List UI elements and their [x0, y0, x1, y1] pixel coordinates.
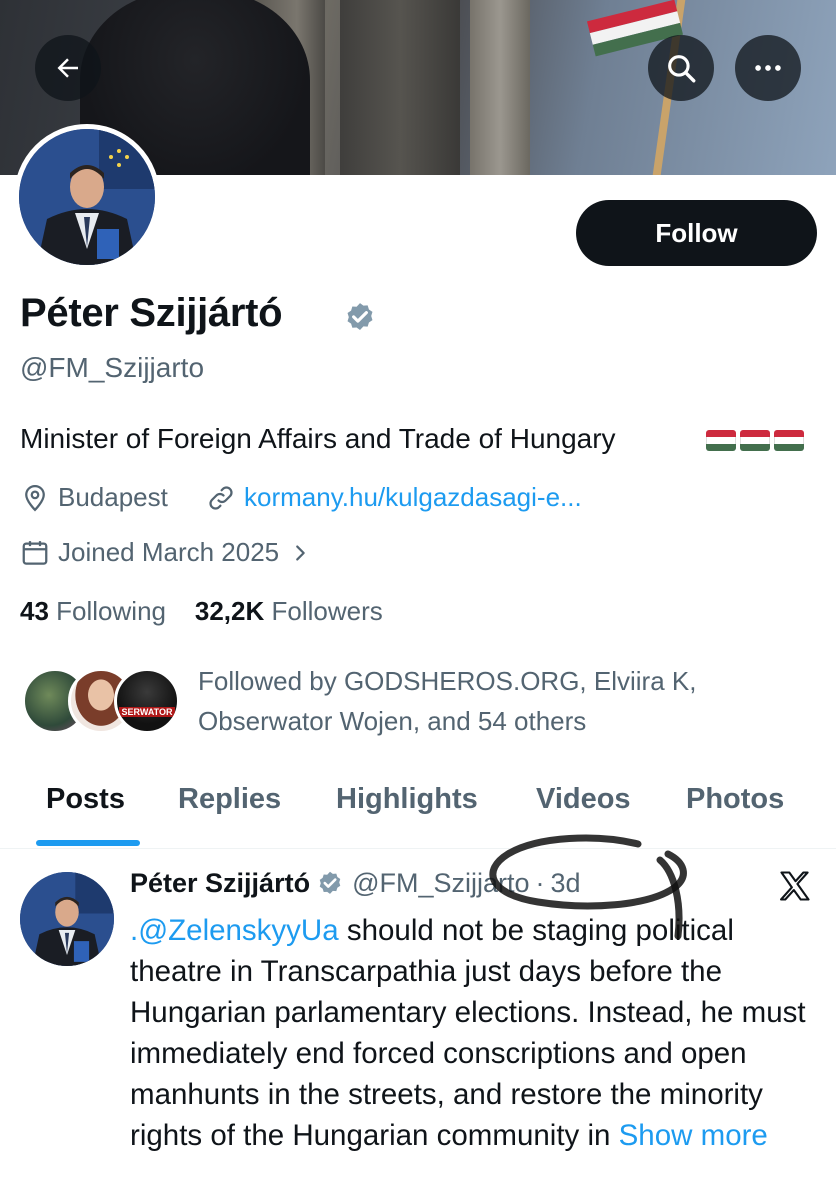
post-text: should not be staging political theatre …	[130, 914, 806, 1152]
profile-joined[interactable]: Joined March 2025	[20, 537, 311, 568]
following-label: Following	[56, 596, 166, 626]
tab-photos[interactable]: Photos	[686, 783, 784, 816]
profile-location: Budapest	[20, 482, 168, 513]
tab-highlights[interactable]: Highlights	[336, 783, 478, 816]
avatar-photo	[19, 129, 155, 265]
follower-avatar-text: SERWATOR	[119, 707, 175, 717]
joined-text: Joined March 2025	[58, 537, 280, 567]
profile-stats: 43 Following 32,2K Followers	[20, 596, 383, 627]
verified-badge-icon	[319, 871, 341, 894]
back-button[interactable]	[35, 35, 101, 101]
tabs-divider	[0, 848, 836, 849]
bio-flags	[706, 430, 804, 451]
profile-avatar[interactable]	[14, 124, 160, 270]
profile-bio: Minister of Foreign Affairs and Trade of…	[20, 423, 616, 454]
banner-column	[340, 0, 460, 175]
post-mention[interactable]: .@ZelenskyyUa	[130, 914, 339, 947]
profile-name: Péter Szijjártó	[20, 291, 283, 335]
followed-by-text[interactable]: Followed by GODSHEROS.ORG, Elviira K, Ob…	[198, 661, 818, 741]
calendar-icon	[22, 540, 48, 565]
hungary-flag-icon	[706, 430, 736, 451]
active-tab-indicator	[36, 840, 140, 846]
show-more-link[interactable]: Show more	[619, 1119, 768, 1152]
profile-handle: @FM_Szijjarto	[20, 352, 205, 383]
post-separator: ·	[535, 868, 545, 898]
search-icon	[668, 55, 696, 83]
followers-count: 32,2K	[194, 596, 265, 626]
post-header: Péter Szijjártó @FM_Szijjarto · 3d	[130, 868, 581, 899]
hungary-flag-icon	[740, 430, 770, 451]
tab-videos[interactable]: Videos	[536, 783, 631, 816]
hungary-flag-icon	[774, 430, 804, 451]
location-text: Budapest	[58, 482, 168, 512]
followers-stat[interactable]: 32,2K Followers	[195, 596, 383, 626]
avatar-photo	[20, 872, 114, 966]
x-logo-icon	[780, 871, 810, 901]
more-button[interactable]	[735, 35, 801, 101]
search-button[interactable]	[648, 35, 714, 101]
post-author-handle[interactable]: @FM_Szijjarto	[352, 868, 529, 899]
verified-badge-icon	[347, 303, 373, 331]
follower-avatar: SERWATOR	[114, 668, 180, 734]
post-timestamp[interactable]: 3d	[551, 868, 581, 899]
profile-link[interactable]: kormany.hu/kulgazdasagi-e...	[206, 482, 582, 513]
tab-posts[interactable]: Posts	[46, 783, 125, 816]
chevron-right-icon	[296, 544, 305, 561]
followed-by-avatars[interactable]: SERWATOR	[22, 668, 182, 738]
more-horizontal-icon	[755, 65, 781, 71]
location-pin-icon	[25, 484, 45, 511]
follow-button[interactable]: Follow	[576, 200, 817, 266]
post-author-avatar[interactable]	[20, 872, 114, 966]
link-icon	[209, 485, 233, 510]
tab-replies[interactable]: Replies	[178, 783, 281, 816]
arrow-left-icon	[57, 58, 78, 78]
following-stat[interactable]: 43 Following	[20, 596, 166, 626]
link-text[interactable]: kormany.hu/kulgazdasagi-e...	[244, 482, 582, 513]
followers-label: Followers	[271, 596, 383, 626]
following-count: 43	[20, 596, 49, 626]
banner-column	[470, 0, 530, 175]
post-body[interactable]: .@ZelenskyyUa should not be staging poli…	[130, 910, 820, 1156]
post-author-name[interactable]: Péter Szijjártó	[130, 868, 310, 899]
